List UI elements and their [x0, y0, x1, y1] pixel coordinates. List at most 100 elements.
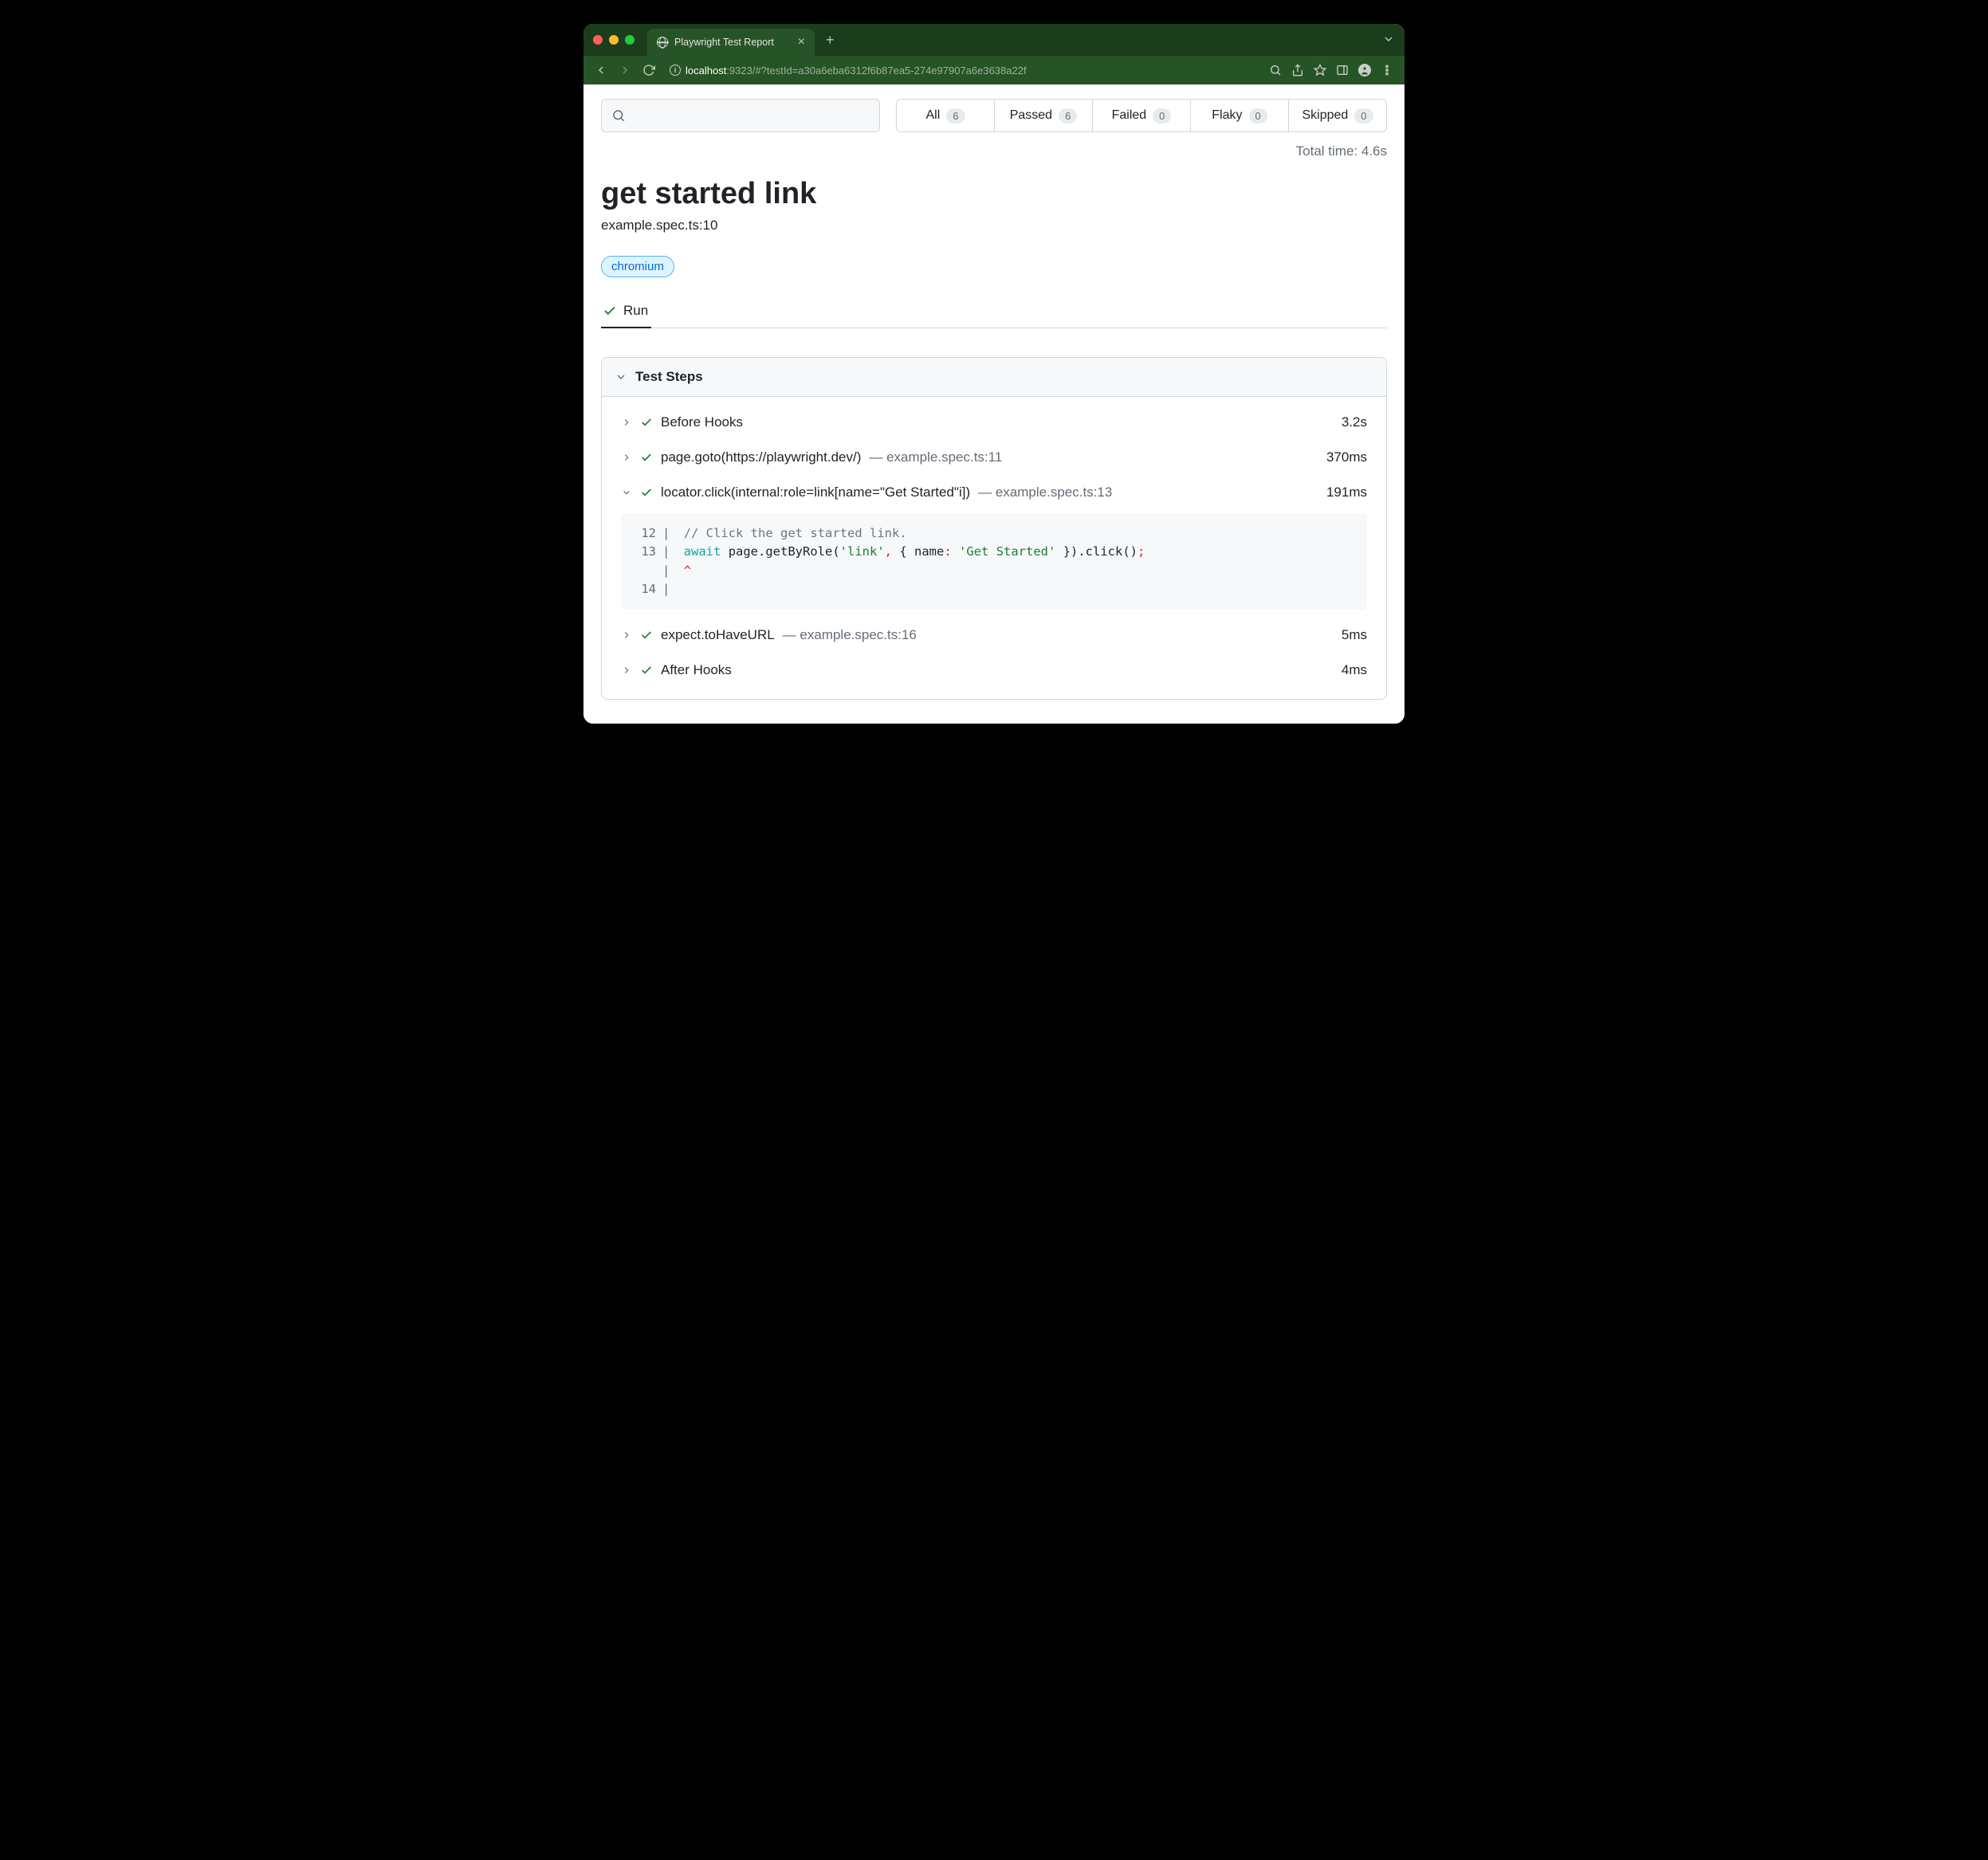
search-input[interactable]: [601, 99, 880, 132]
step-source: — example.spec.ts:16: [783, 627, 917, 643]
test-title: get started link: [601, 177, 1387, 211]
tab-title: Playwright Test Report: [674, 37, 774, 48]
zoom-icon[interactable]: [1266, 61, 1285, 80]
steps-panel: Test Steps Before Hooks 3.2s page.goto(h…: [601, 357, 1387, 700]
filter-skipped-count: 0: [1354, 108, 1373, 124]
maximize-window-button[interactable]: [625, 35, 635, 45]
code-string: 'link': [840, 544, 885, 559]
back-button[interactable]: [591, 61, 611, 80]
total-time: Total time: 4.6s: [601, 143, 1387, 159]
check-icon: [640, 664, 653, 677]
browser-chip[interactable]: chromium: [601, 256, 674, 277]
step-duration: 4ms: [1342, 662, 1367, 678]
traffic-lights: [593, 35, 635, 45]
search-icon: [611, 108, 626, 123]
error-caret: ^: [684, 563, 691, 578]
minimize-window-button[interactable]: [609, 35, 619, 45]
step-name: After Hooks: [661, 662, 732, 678]
code-punct: ;: [1137, 544, 1145, 559]
filter-flaky-count: 0: [1249, 108, 1267, 124]
step-row[interactable]: expect.toHaveURL — example.spec.ts:16 5m…: [602, 618, 1386, 653]
step-duration: 5ms: [1342, 627, 1367, 643]
steps-header-label: Test Steps: [635, 369, 703, 385]
code-punct: :: [944, 544, 951, 559]
globe-icon: [657, 37, 668, 48]
line-number: 13: [635, 543, 656, 561]
check-icon: [640, 486, 653, 499]
steps-body: Before Hooks 3.2s page.goto(https://play…: [602, 397, 1386, 699]
filter-failed[interactable]: Failed 0: [1093, 100, 1191, 131]
filter-all-label: All: [925, 108, 940, 123]
reload-button[interactable]: [639, 61, 658, 80]
run-tab[interactable]: Run: [601, 295, 651, 328]
run-tab-label: Run: [623, 303, 648, 319]
code-text: { name: [892, 544, 944, 559]
filter-flaky-label: Flaky: [1212, 108, 1242, 123]
code-comment: // Click the get started link.: [684, 526, 907, 540]
step-name: page.goto(https://playwright.dev/): [661, 449, 861, 465]
filter-skipped[interactable]: Skipped 0: [1289, 100, 1386, 131]
run-tabs: Run: [601, 295, 1387, 328]
step-row[interactable]: locator.click(internal:role=link[name="G…: [602, 475, 1386, 510]
code-text: page.getByRole(: [721, 544, 839, 559]
address-bar[interactable]: i localhost:9323/#?testId=a30a6eba6312f6…: [663, 65, 1261, 77]
report-body: All 6 Passed 6 Failed 0 Flaky 0 Skipped: [583, 84, 1405, 724]
filter-skipped-label: Skipped: [1302, 108, 1348, 123]
profile-icon[interactable]: [1355, 61, 1374, 80]
close-tab-icon[interactable]: ×: [798, 35, 805, 49]
filter-all[interactable]: All 6: [897, 100, 995, 131]
test-location: example.spec.ts:10: [601, 218, 1387, 233]
site-info-icon[interactable]: i: [670, 65, 681, 76]
new-tab-button[interactable]: +: [826, 32, 835, 49]
chevron-down-icon: [621, 487, 632, 498]
step-name: expect.toHaveURL: [661, 627, 775, 643]
line-number: 12: [635, 524, 656, 543]
code-text: }).click(): [1055, 544, 1137, 559]
url-path: :9323/#?testId=a30a6eba6312f6b87ea5-274e…: [726, 65, 1026, 77]
panel-icon[interactable]: [1333, 61, 1352, 80]
filter-failed-label: Failed: [1112, 108, 1147, 123]
url-host: localhost: [686, 65, 726, 77]
code-string: 'Get Started': [959, 544, 1055, 559]
check-icon: [640, 451, 653, 464]
filter-tabs: All 6 Passed 6 Failed 0 Flaky 0 Skipped: [896, 99, 1387, 132]
browser-window: Playwright Test Report × + i localhost:9…: [583, 24, 1405, 724]
step-duration: 191ms: [1326, 485, 1367, 500]
step-row[interactable]: Before Hooks 3.2s: [602, 405, 1386, 440]
close-window-button[interactable]: [593, 35, 603, 45]
steps-header[interactable]: Test Steps: [602, 358, 1386, 397]
code-snippet: 12| // Click the get started link. 13| a…: [621, 513, 1367, 610]
chevron-right-icon: [621, 665, 632, 676]
check-icon: [603, 304, 617, 318]
check-icon: [640, 416, 653, 429]
code-keyword: await: [684, 544, 721, 559]
chevron-down-icon: [615, 371, 627, 383]
chevron-right-icon: [621, 452, 632, 463]
forward-button[interactable]: [615, 61, 635, 80]
chevron-right-icon: [621, 630, 632, 641]
step-duration: 3.2s: [1342, 414, 1367, 430]
step-name: Before Hooks: [661, 414, 743, 430]
step-name: locator.click(internal:role=link[name="G…: [661, 485, 970, 500]
filter-passed[interactable]: Passed 6: [995, 100, 1093, 131]
filter-passed-label: Passed: [1010, 108, 1052, 123]
check-icon: [640, 629, 653, 642]
step-source: — example.spec.ts:13: [978, 485, 1112, 500]
menu-icon[interactable]: [1377, 61, 1397, 80]
line-number: 14: [635, 580, 656, 598]
bookmark-star-icon[interactable]: [1310, 61, 1330, 80]
filter-passed-count: 6: [1059, 108, 1077, 124]
chevron-right-icon: [621, 417, 632, 428]
step-source: — example.spec.ts:11: [869, 449, 1002, 465]
tabs-dropdown-icon[interactable]: [1382, 33, 1395, 48]
navbar: i localhost:9323/#?testId=a30a6eba6312f6…: [583, 56, 1405, 84]
share-icon[interactable]: [1288, 61, 1307, 80]
browser-tab[interactable]: Playwright Test Report ×: [647, 29, 815, 56]
step-row[interactable]: page.goto(https://playwright.dev/) — exa…: [602, 440, 1386, 475]
filter-failed-count: 0: [1153, 108, 1171, 124]
step-duration: 370ms: [1326, 449, 1367, 465]
titlebar: Playwright Test Report × +: [583, 24, 1405, 56]
filter-all-count: 6: [946, 108, 965, 124]
filter-flaky[interactable]: Flaky 0: [1191, 100, 1289, 131]
step-row[interactable]: After Hooks 4ms: [602, 653, 1386, 688]
